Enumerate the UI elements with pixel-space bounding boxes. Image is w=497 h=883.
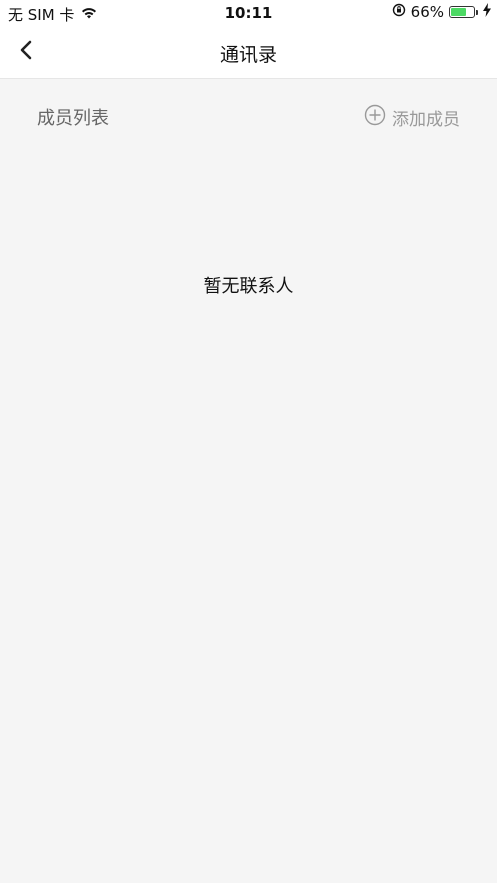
nav-bar: 通讯录: [0, 26, 497, 79]
battery-icon: [449, 6, 478, 18]
battery-percent: 66%: [410, 3, 444, 21]
member-list-header: 成员列表 添加成员: [0, 100, 497, 132]
plus-circle-icon: [364, 104, 386, 131]
status-right: 66%: [392, 3, 491, 21]
page-title: 通讯录: [219, 44, 277, 66]
battery-fill: [451, 8, 466, 16]
status-bar: 无 SIM 卡 10:11 66%: [0, 0, 497, 26]
charging-bolt-icon: [483, 3, 491, 21]
add-member-label: 添加成员: [392, 110, 460, 130]
add-member-button[interactable]: 添加成员: [364, 104, 460, 131]
empty-state-message: 暂无联系人: [203, 276, 294, 297]
member-list-title: 成员列表: [37, 108, 109, 129]
orientation-lock-icon: [392, 3, 406, 21]
